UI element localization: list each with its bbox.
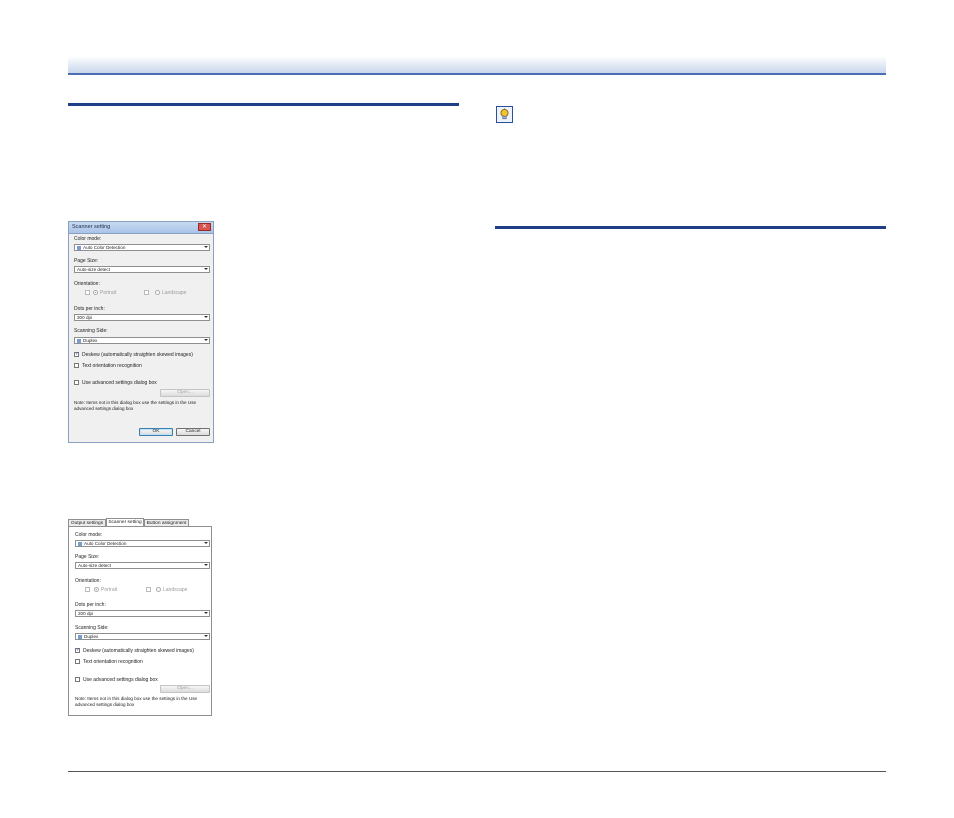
- deskew-label: Deskew (automatically straighten skewed …: [83, 648, 194, 654]
- chevron-down-icon: [204, 542, 208, 544]
- page-size-value: Auto-size detect: [77, 267, 110, 272]
- page-header-band: [68, 56, 886, 75]
- color-mode-select[interactable]: Auto Color Detection: [74, 244, 210, 251]
- color-mode-label: Color mode:: [74, 236, 102, 242]
- page-size-label: Page Size:: [75, 554, 100, 560]
- ok-button[interactable]: OK: [139, 428, 173, 436]
- portrait-radio[interactable]: [93, 290, 98, 295]
- dialog-note: Note: Items not in this dialog box use t…: [74, 400, 197, 411]
- color-mode-icon: [78, 541, 82, 546]
- text-orientation-label: Text orientation recognition: [83, 659, 143, 665]
- scanner-setting-dialog: Scanner setting ✕ Color mode: Auto Color…: [68, 221, 214, 443]
- dpi-select[interactable]: 300 dpi: [74, 314, 210, 321]
- deskew-checkbox[interactable]: ✓: [75, 648, 80, 653]
- portrait-icon: [85, 587, 90, 592]
- dialog-note: Note: Items not in this dialog box use t…: [75, 696, 198, 707]
- dpi-value: 200 dpi: [78, 611, 94, 616]
- open-button[interactable]: Open...: [160, 685, 210, 693]
- page-size-value: Auto-size detect: [78, 563, 111, 568]
- lightbulb-hint-icon: [496, 106, 513, 123]
- landscape-icon: [144, 290, 149, 295]
- text-orientation-label: Text orientation recognition: [82, 363, 142, 369]
- scanning-side-label: Scanning Side:: [75, 625, 109, 631]
- portrait-radio[interactable]: [94, 587, 99, 592]
- cancel-button[interactable]: Cancel: [176, 428, 210, 436]
- scanner-setting-tab-dialog: Output settings Scanner setting Button a…: [68, 518, 212, 716]
- dialog-titlebar: Scanner setting ✕: [69, 222, 213, 234]
- color-mode-select[interactable]: Auto Color Detection: [75, 540, 210, 547]
- dpi-select[interactable]: 200 dpi: [75, 610, 210, 617]
- tab-panel: Color mode: Auto Color Detection Page Si…: [68, 526, 212, 716]
- advanced-settings-checkbox[interactable]: [74, 380, 79, 385]
- landscape-label: Landscape: [163, 587, 188, 593]
- chevron-down-icon: [204, 316, 208, 318]
- landscape-radio[interactable]: [155, 290, 160, 295]
- chevron-down-icon: [204, 339, 208, 341]
- duplex-icon: [77, 338, 81, 343]
- deskew-checkbox[interactable]: ✓: [74, 352, 79, 357]
- portrait-icon: [85, 290, 90, 295]
- orientation-label: Orientation:: [74, 281, 100, 287]
- scanning-side-label: Scanning Side:: [74, 328, 108, 334]
- chevron-down-icon: [204, 635, 208, 637]
- portrait-label: Portrait: [101, 587, 118, 593]
- landscape-radio[interactable]: [156, 587, 161, 592]
- dialog-title: Scanner setting: [72, 224, 111, 230]
- advanced-settings-checkbox[interactable]: [75, 677, 80, 682]
- footer-rule: [68, 771, 886, 772]
- duplex-icon: [78, 634, 82, 639]
- open-button[interactable]: Open...: [160, 389, 210, 397]
- color-mode-value: Auto Color Detection: [83, 245, 126, 250]
- color-mode-icon: [77, 245, 81, 250]
- text-orientation-checkbox[interactable]: [74, 363, 79, 368]
- page-size-select[interactable]: Auto-size detect: [75, 562, 210, 569]
- chevron-down-icon: [204, 246, 208, 248]
- section-rule-left: [68, 103, 459, 106]
- advanced-settings-label: Use advanced settings dialog box: [83, 677, 158, 683]
- chevron-down-icon: [204, 268, 208, 270]
- scanning-side-select[interactable]: Duplex: [75, 633, 210, 640]
- landscape-label: Landscape: [162, 290, 187, 296]
- scanning-side-select[interactable]: Duplex: [74, 337, 210, 344]
- color-mode-value: Auto Color Detection: [84, 541, 127, 546]
- landscape-icon: [146, 587, 151, 592]
- chevron-down-icon: [204, 612, 208, 614]
- scanning-side-value: Duplex: [84, 634, 99, 639]
- color-mode-label: Color mode:: [75, 532, 103, 538]
- page-size-label: Page Size:: [74, 258, 99, 264]
- dpi-value: 300 dpi: [77, 315, 93, 320]
- text-orientation-checkbox[interactable]: [75, 659, 80, 664]
- close-icon[interactable]: ✕: [198, 223, 211, 231]
- deskew-label: Deskew (automatically straighten skewed …: [82, 352, 193, 358]
- portrait-label: Portrait: [100, 290, 117, 296]
- advanced-settings-label: Use advanced settings dialog box: [82, 380, 157, 386]
- orientation-label: Orientation:: [75, 578, 101, 584]
- page-size-select[interactable]: Auto-size detect: [74, 266, 210, 273]
- chevron-down-icon: [204, 564, 208, 566]
- scanning-side-value: Duplex: [83, 338, 98, 343]
- dpi-label: Dots per inch:: [75, 602, 106, 608]
- dpi-label: Dots per inch:: [74, 306, 105, 312]
- section-rule-right: [495, 226, 886, 229]
